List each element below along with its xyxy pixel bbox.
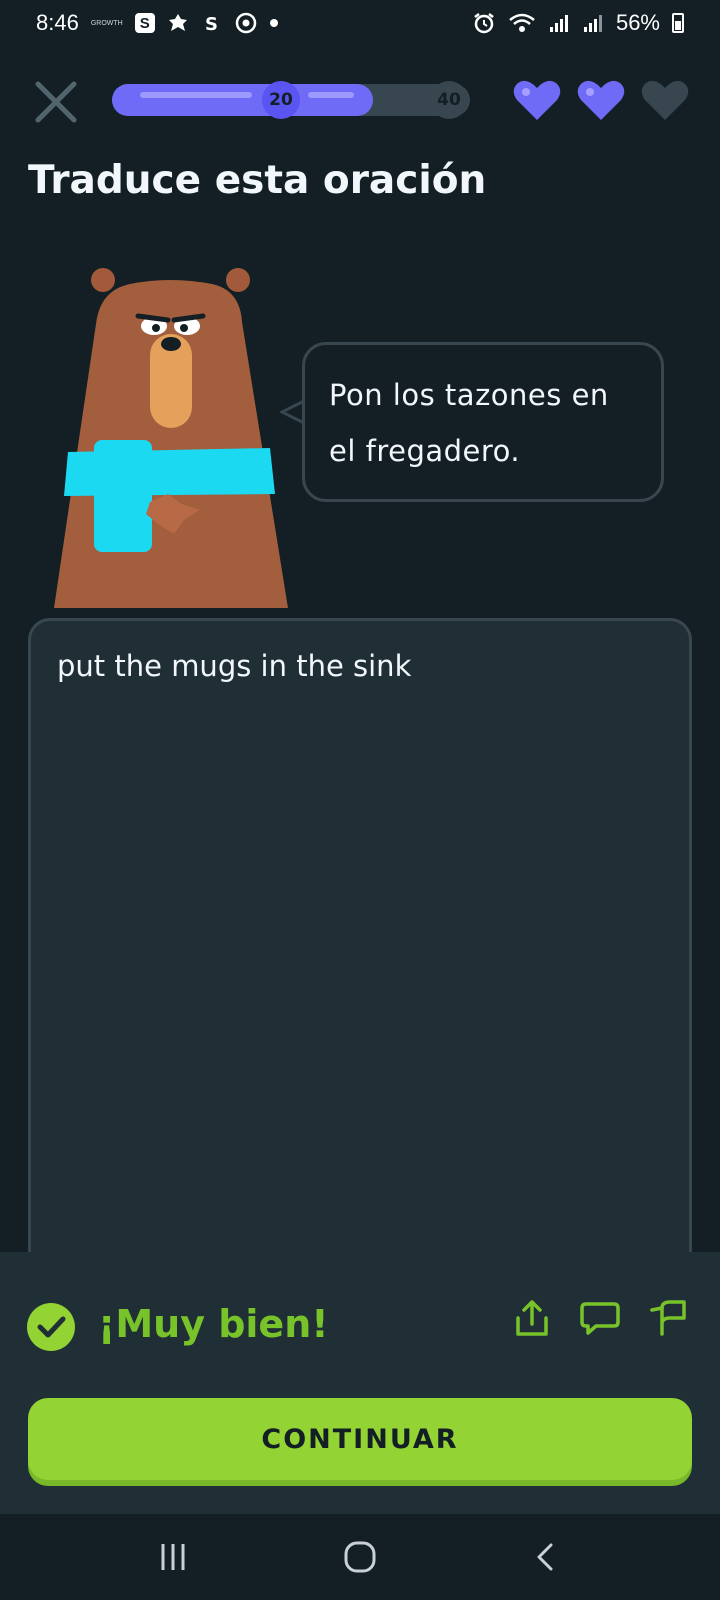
report-button[interactable] — [648, 1296, 692, 1340]
status-notification-label: GROWTH — [90, 19, 123, 27]
hearts — [512, 78, 690, 122]
heart-icon — [577, 80, 625, 120]
check-circle-icon — [27, 1303, 75, 1351]
svg-text:S: S — [205, 14, 218, 34]
notification-target-icon — [235, 12, 257, 34]
back-icon — [537, 1543, 553, 1571]
report-flag-icon — [650, 1300, 686, 1336]
progress-milestone-20: 20 — [262, 81, 300, 119]
comment-icon — [580, 1302, 620, 1335]
battery-percent: 56% — [615, 10, 660, 35]
home-button[interactable] — [330, 1527, 390, 1587]
status-time: 8:46 — [36, 10, 79, 35]
feedback-panel: ¡Muy bien! CONTINUAR — [0, 1252, 720, 1514]
progress-highlight — [308, 92, 354, 98]
heart-icon — [641, 80, 689, 120]
progress-milestone-40: 40 — [430, 81, 468, 119]
prompt-line-1: Pon los tazones en — [329, 378, 609, 412]
notification-leaf-icon — [167, 12, 189, 34]
speech-bubble[interactable]: Pon los tazones en el fregadero. — [302, 342, 664, 502]
status-right: 56% — [472, 10, 684, 36]
alarm-icon — [472, 11, 496, 35]
lesson-progress-fill — [112, 84, 374, 116]
battery-icon — [672, 13, 684, 33]
system-nav-bar — [0, 1514, 720, 1600]
close-icon — [35, 81, 77, 123]
comment-button[interactable] — [578, 1296, 622, 1340]
share-icon — [516, 1300, 548, 1336]
status-left: 8:46 GROWTH S S — [36, 10, 279, 36]
wifi-icon — [508, 12, 536, 34]
recent-apps-icon — [161, 1544, 185, 1570]
close-button[interactable] — [34, 80, 78, 124]
progress-highlight — [140, 92, 252, 98]
notification-app-icon: S — [134, 13, 155, 33]
share-button[interactable] — [510, 1296, 554, 1340]
notification-s-icon: S — [201, 12, 223, 34]
recent-apps-button[interactable] — [143, 1527, 203, 1587]
page-title: Traduce esta oración — [28, 158, 487, 203]
signal-2-icon — [582, 12, 604, 34]
notification-dot-icon — [269, 18, 279, 28]
status-bar: 8:46 GROWTH S S 56% — [0, 0, 720, 46]
prompt-line-2: el fregadero. — [329, 434, 521, 468]
signal-1-icon — [548, 12, 570, 34]
feedback-title: ¡Muy bien! — [98, 1302, 329, 1346]
continue-button[interactable]: CONTINUAR — [28, 1398, 692, 1480]
bear-character-illustration — [54, 268, 288, 608]
back-button[interactable] — [517, 1527, 577, 1587]
answer-textarea[interactable]: put the mugs in the sink — [28, 618, 692, 1318]
answer-text: put the mugs in the sink — [57, 649, 412, 683]
home-icon — [344, 1541, 376, 1573]
heart-icon — [513, 80, 561, 120]
lesson-progress-bar: 20 40 — [112, 81, 470, 119]
